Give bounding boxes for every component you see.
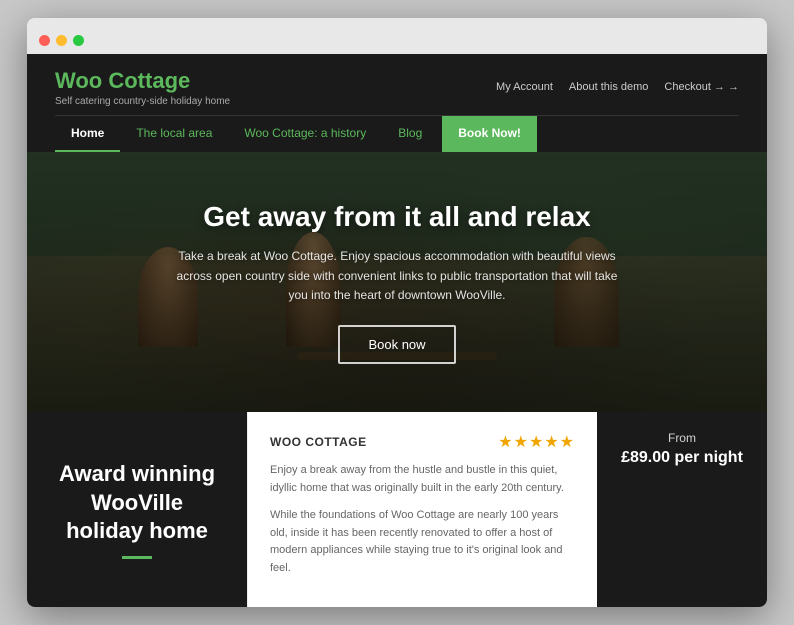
logo-tagline: Self catering country-side holiday home	[55, 96, 230, 107]
bottom-section: Award winning WooVille holiday home WOO …	[27, 412, 767, 608]
logo-name[interactable]: Woo Cottage	[55, 68, 230, 94]
card-para-1: Enjoy a break away from the hustle and b…	[270, 462, 575, 497]
nav-local-area[interactable]: The local area	[120, 116, 228, 152]
browser-dot-green[interactable]	[73, 35, 84, 46]
nav-book-now[interactable]: Book Now!	[442, 116, 537, 152]
site-header: Woo Cottage Self catering country-side h…	[27, 54, 767, 152]
price-from-label: From	[621, 430, 743, 447]
hero-title: Get away from it all and relax	[167, 200, 627, 234]
hero-subtitle: Take a break at Woo Cottage. Enjoy spaci…	[167, 247, 627, 305]
price-panel: From £89.00 per night	[597, 412, 767, 608]
hero-content: Get away from it all and relax Take a br…	[147, 180, 647, 384]
hero-section: Get away from it all and relax Take a br…	[27, 152, 767, 412]
cottage-card: WOO COTTAGE ★★★★★ Enjoy a break away fro…	[247, 412, 597, 608]
award-content: Award winning WooVille holiday home	[51, 460, 223, 559]
nav-link-about[interactable]: About this demo	[569, 81, 649, 93]
website: Woo Cottage Self catering country-side h…	[27, 54, 767, 608]
browser-dot-yellow[interactable]	[56, 35, 67, 46]
price-text: From £89.00 per night	[621, 430, 743, 469]
header-links: My Account About this demo Checkout →	[496, 81, 739, 93]
nav-bar: Home The local area Woo Cottage: a histo…	[55, 115, 739, 152]
award-underline	[122, 556, 152, 559]
browser-dot-red[interactable]	[39, 35, 50, 46]
award-panel: Award winning WooVille holiday home	[27, 412, 247, 608]
card-header: WOO COTTAGE ★★★★★	[270, 432, 575, 452]
price-amount: £89.00 per night	[621, 449, 743, 466]
nav-home[interactable]: Home	[55, 116, 120, 152]
logo-area: Woo Cottage Self catering country-side h…	[55, 68, 230, 107]
nav-blog[interactable]: Blog	[382, 116, 438, 152]
card-stars: ★★★★★	[498, 432, 575, 452]
browser-window: Woo Cottage Self catering country-side h…	[27, 18, 767, 608]
header-top: Woo Cottage Self catering country-side h…	[55, 54, 739, 115]
nav-history[interactable]: Woo Cottage: a history	[228, 116, 382, 152]
card-para-2: While the foundations of Woo Cottage are…	[270, 507, 575, 577]
award-text: Award winning WooVille holiday home	[51, 460, 223, 559]
nav-link-checkout[interactable]: Checkout →	[664, 81, 739, 93]
card-title: WOO COTTAGE	[270, 435, 367, 449]
browser-chrome	[27, 18, 767, 54]
hero-book-button[interactable]: Book now	[338, 325, 455, 364]
nav-link-my-account[interactable]: My Account	[496, 81, 553, 93]
